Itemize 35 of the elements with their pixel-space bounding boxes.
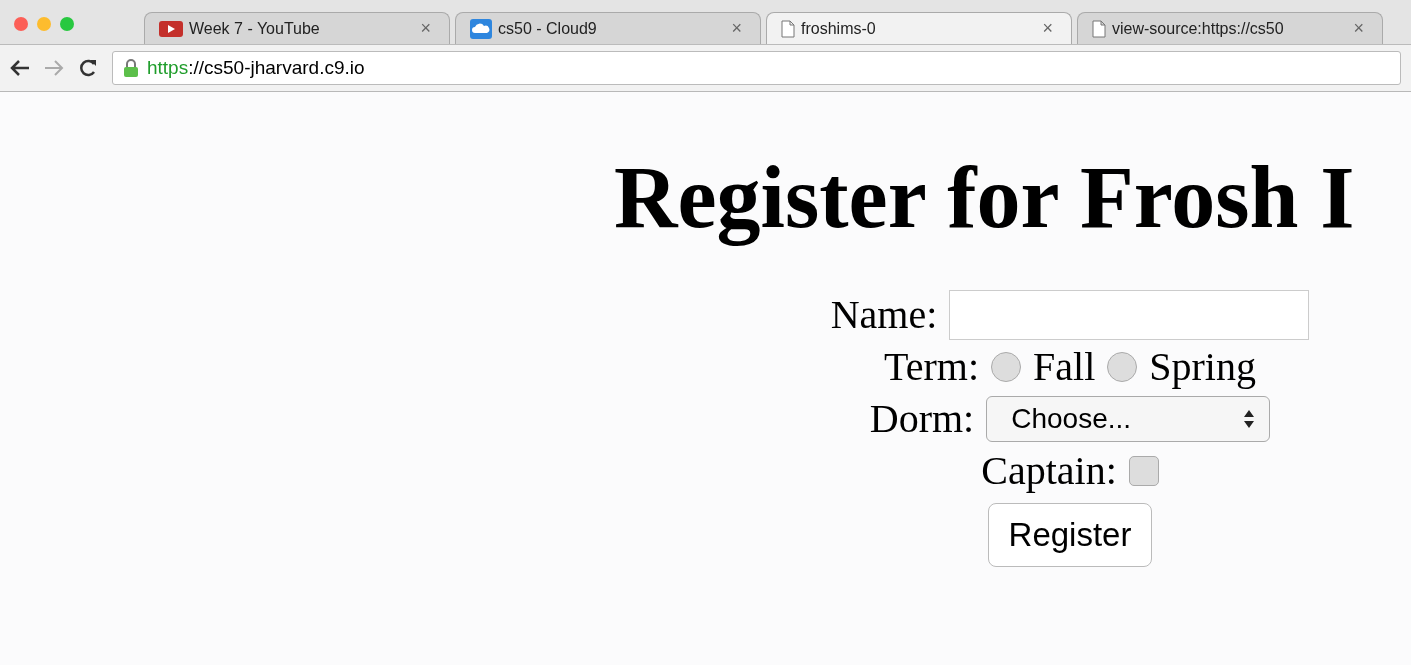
field-label: Name: <box>830 291 938 339</box>
dorm-select[interactable]: Choose... <box>986 395 1271 442</box>
cloud-icon <box>470 18 492 39</box>
document-icon <box>781 19 795 38</box>
close-tab-button[interactable]: × <box>420 18 431 39</box>
zoom-window-button[interactable] <box>60 17 74 31</box>
reload-icon[interactable] <box>78 58 98 78</box>
close-tab-button[interactable]: × <box>731 18 742 39</box>
forward-icon[interactable] <box>44 59 64 77</box>
radio-button[interactable] <box>991 351 1021 382</box>
option-label: Spring <box>1149 343 1256 391</box>
lock-icon <box>123 58 139 78</box>
url-text: https://cs50-jharvard.c9.io <box>147 57 365 79</box>
field-label: Term: <box>884 343 979 391</box>
minimize-window-button[interactable] <box>37 17 51 31</box>
address-bar[interactable]: https://cs50-jharvard.c9.io <box>112 51 1401 85</box>
close-tab-button[interactable]: × <box>1042 18 1053 39</box>
register-button[interactable]: Register <box>987 502 1153 567</box>
field-label: Dorm: <box>869 395 975 443</box>
radio-button[interactable] <box>1107 351 1138 382</box>
option-label: Fall <box>1033 343 1096 391</box>
close-tab-button[interactable]: × <box>1353 18 1364 39</box>
play-icon <box>159 20 183 37</box>
back-icon[interactable] <box>10 59 30 77</box>
document-icon <box>1092 19 1106 38</box>
updown-icon <box>1243 408 1256 429</box>
close-window-button[interactable] <box>14 17 28 31</box>
captain-checkbox[interactable] <box>1128 455 1159 486</box>
page-heading: Register for Frosh I <box>614 150 1356 247</box>
browser-tab[interactable]: Week 7 - YouTube × <box>144 12 450 44</box>
field-label: Captain: <box>981 447 1117 495</box>
browser-tab[interactable]: view-source:https://cs50 × <box>1077 12 1383 44</box>
browser-tab[interactable]: cs50 - Cloud9 × <box>455 12 761 44</box>
browser-tab[interactable]: froshims-0 × <box>766 12 1072 44</box>
name-field[interactable] <box>949 289 1310 340</box>
